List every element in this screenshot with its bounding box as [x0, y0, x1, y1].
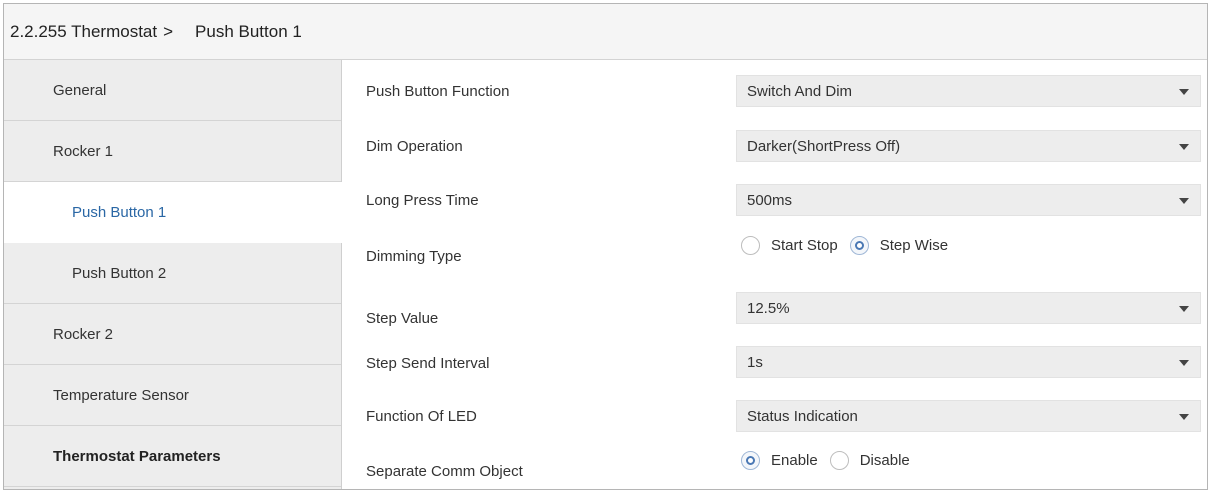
radio-checked-icon — [741, 451, 760, 470]
step-value-select[interactable]: 12.5% — [736, 292, 1201, 324]
radio-step-wise[interactable]: Step Wise — [849, 236, 949, 255]
select-value: 12.5% — [747, 299, 790, 317]
param-row-dimming-type: Dimming Type Start Stop Step Wise — [343, 234, 1207, 274]
dimming-type-radio-group: Start Stop Step Wise — [741, 236, 960, 255]
select-value: Darker(ShortPress Off) — [747, 137, 901, 155]
chevron-down-icon — [1179, 198, 1189, 204]
param-label: Step Send Interval — [366, 355, 490, 372]
sidebar-item-label: Push Button 2 — [72, 264, 167, 282]
radio-unchecked-icon — [829, 451, 849, 470]
radio-label: Disable — [859, 452, 910, 469]
function-of-led-select[interactable]: Status Indication — [736, 400, 1201, 432]
param-row-long-press-time: Long Press Time 500ms — [343, 180, 1207, 220]
select-value: Status Indication — [747, 407, 858, 425]
breadcrumb: 2.2.255 Thermostat > Push Button 1 — [4, 4, 1207, 60]
radio-label: Enable — [771, 452, 818, 469]
radio-start-stop[interactable]: Start Stop — [741, 236, 838, 255]
sidebar-item-label: Temperature Sensor — [53, 386, 189, 404]
param-row-step-send-interval: Step Send Interval 1s — [343, 342, 1207, 382]
separate-comm-object-radio-group: Enable Disable — [741, 451, 922, 470]
long-press-time-select[interactable]: 500ms — [736, 184, 1201, 216]
sidebar-item-label: General — [53, 81, 107, 99]
chevron-down-icon — [1179, 414, 1189, 420]
param-label: Dimming Type — [366, 248, 462, 265]
radio-enable[interactable]: Enable — [741, 451, 818, 470]
param-label: Dim Operation — [366, 137, 463, 155]
radio-label: Step Wise — [879, 237, 949, 254]
chevron-down-icon — [1179, 306, 1189, 312]
sidebar-item-label: Rocker 1 — [53, 142, 114, 160]
parameter-panel: Push Button Function Switch And Dim Dim … — [343, 60, 1207, 489]
param-label: Step Value — [366, 310, 439, 327]
radio-disable[interactable]: Disable — [829, 451, 910, 470]
chevron-down-icon — [1179, 144, 1189, 150]
sidebar-item-push-button-1[interactable]: Push Button 1 — [4, 182, 342, 243]
breadcrumb-separator: > — [163, 21, 174, 41]
param-label: Push Button Function — [366, 82, 510, 100]
sidebar-item-temperature-sensor[interactable]: Temperature Sensor — [4, 365, 341, 426]
param-row-dim-operation: Dim Operation Darker(ShortPress Off) — [343, 126, 1207, 166]
parameter-window: 2.2.255 Thermostat > Push Button 1 Gener… — [3, 3, 1208, 490]
sidebar-item-label: Push Button 1 — [72, 203, 167, 221]
sidebar-item-label: Rocker 2 — [53, 325, 114, 343]
chevron-down-icon — [1179, 360, 1189, 366]
sidebar-item-general[interactable]: General — [4, 60, 341, 121]
param-label: Separate Comm Object — [366, 463, 523, 480]
dim-operation-select[interactable]: Darker(ShortPress Off) — [736, 130, 1201, 162]
sidebar-item-label: Thermostat Parameters — [53, 447, 221, 465]
param-row-separate-comm-object: Separate Comm Object Enable Disable — [343, 449, 1207, 489]
param-label: Long Press Time — [366, 191, 479, 209]
radio-unchecked-icon — [741, 236, 760, 255]
sidebar-item-rocker-2[interactable]: Rocker 2 — [4, 304, 341, 365]
sidebar-item-push-button-2[interactable]: Push Button 2 — [4, 243, 341, 304]
param-row-function-of-led: Function Of LED Status Indication — [343, 396, 1207, 436]
param-row-push-button-function: Push Button Function Switch And Dim — [343, 71, 1207, 111]
sidebar-item-rocker-1[interactable]: Rocker 1 — [4, 121, 341, 182]
radio-checked-icon — [849, 236, 869, 255]
sidebar: General Rocker 1 Push Button 1 Push Butt… — [4, 60, 342, 489]
radio-label: Start Stop — [771, 237, 838, 254]
breadcrumb-current: Push Button 1 — [195, 21, 302, 41]
chevron-down-icon — [1179, 89, 1189, 95]
push-button-function-select[interactable]: Switch And Dim — [736, 75, 1201, 107]
select-value: 1s — [747, 353, 763, 371]
select-value: 500ms — [747, 191, 793, 209]
breadcrumb-device[interactable]: 2.2.255 Thermostat — [10, 22, 157, 42]
param-label: Function Of LED — [366, 407, 477, 425]
sidebar-item-thermostat-parameters[interactable]: Thermostat Parameters — [4, 426, 341, 487]
step-send-interval-select[interactable]: 1s — [736, 346, 1201, 378]
param-row-step-value: Step Value 12.5% — [343, 288, 1207, 328]
select-value: Switch And Dim — [747, 82, 853, 100]
